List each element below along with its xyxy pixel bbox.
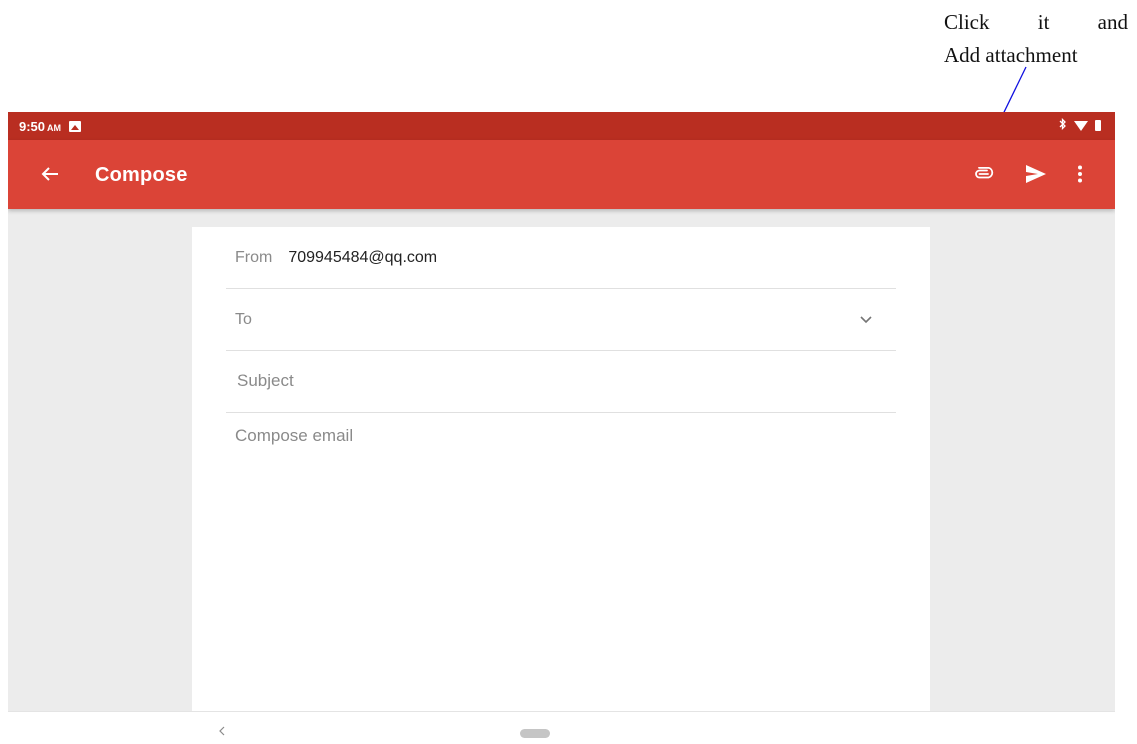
bluetooth-icon [1059,117,1067,133]
from-label: From [235,248,273,266]
annotation-line-2: Add attachment [944,43,1078,67]
status-icons [1059,117,1101,133]
status-time: 9:50 AM [19,119,61,134]
attach-button[interactable] [964,154,1004,194]
more-vert-icon [1078,165,1082,183]
from-row[interactable]: From 709945484@qq.com [226,227,896,289]
send-icon [1026,165,1046,183]
tablet-screen: 9:50 AM Compose From 709945484@qq.com To… [8,112,1115,744]
image-icon [69,120,82,132]
status-bar: 9:50 AM [8,112,1115,140]
to-row: To [226,289,896,351]
battery-icon [1095,120,1101,131]
annotation-callout: Click it and Add attachment [944,6,1130,72]
paperclip-icon [975,167,994,179]
more-options-button[interactable] [1060,154,1100,194]
annotation-word-it: it [1037,10,1050,34]
to-label: To [235,310,252,328]
to-input[interactable] [267,309,852,330]
annotation-word-and: and [1097,10,1128,34]
compose-body-input[interactable] [235,426,895,716]
status-time-ampm: AM [47,122,62,133]
page-title: Compose [95,164,188,186]
back-chevron-icon [219,726,225,736]
app-bar: Compose [8,140,1115,209]
navigation-bar [8,711,1115,744]
status-time-value: 9:50 [19,118,46,134]
subject-row [226,351,896,413]
annotation-word-click: Click [944,10,990,34]
annotation-line-1: Click it and [944,6,1128,39]
compose-card: From 709945484@qq.com To [192,227,930,744]
chevron-down-icon [860,315,872,323]
back-button[interactable] [30,154,70,194]
nav-back-button[interactable] [214,723,230,739]
expand-recipients-button[interactable] [852,306,880,334]
home-pill-icon[interactable] [520,729,550,738]
back-arrow-icon [41,167,58,181]
wifi-icon [1074,120,1088,131]
send-button[interactable] [1016,154,1056,194]
from-address[interactable]: 709945484@qq.com [288,249,437,267]
subject-input[interactable] [235,371,896,392]
